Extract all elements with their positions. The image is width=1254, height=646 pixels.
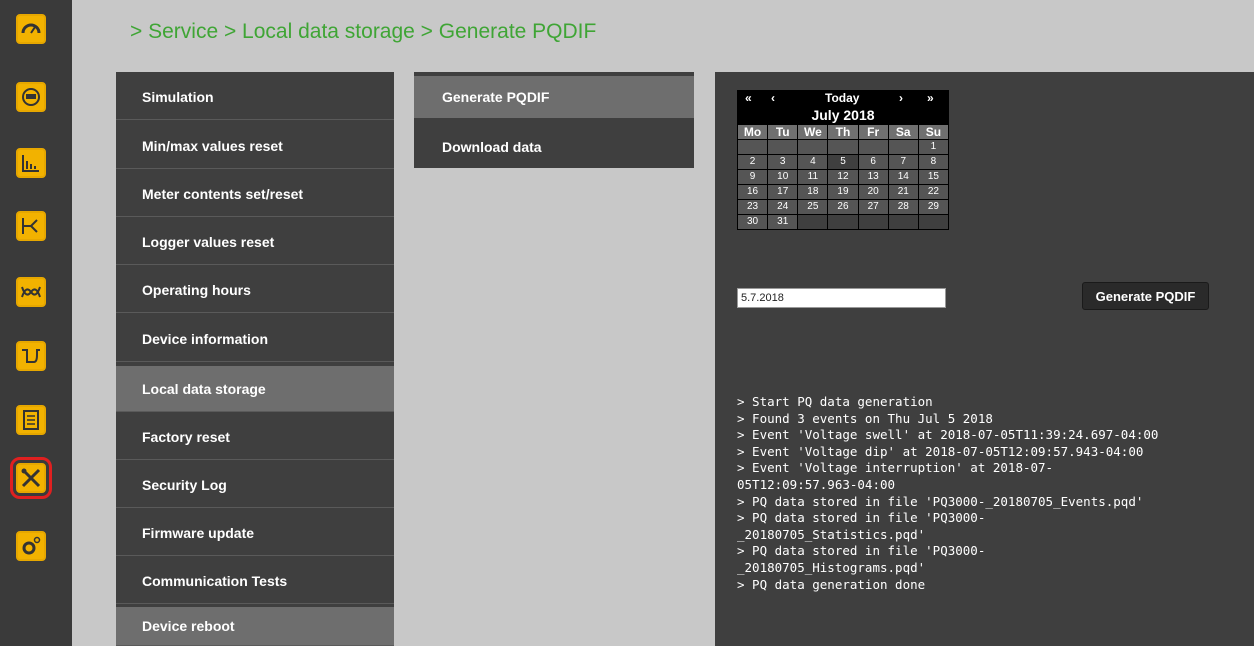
weekday-header: Tu: [768, 125, 798, 139]
weekday-header: Sa: [888, 125, 918, 139]
calendar-day[interactable]: 5: [828, 155, 858, 169]
calendar-blank-cell: [828, 215, 858, 229]
menu-item-local-data-storage[interactable]: Local data storage: [116, 366, 394, 412]
calendar-day[interactable]: 17: [768, 185, 798, 199]
weekday-header: Fr: [858, 125, 888, 139]
prev-month-button[interactable]: ‹: [771, 91, 775, 105]
harmonics-icon[interactable]: [16, 277, 46, 307]
calendar-empty-cell: [798, 140, 828, 154]
calendar-day[interactable]: 19: [828, 185, 858, 199]
weekday-header: We: [798, 125, 828, 139]
service-menu: Simulation Min/max values reset Meter co…: [116, 72, 394, 646]
icon-rail: [0, 0, 72, 646]
calendar-day[interactable]: 29: [918, 200, 948, 214]
content-area: > Service > Local data storage > Generat…: [72, 0, 1254, 646]
menu-item-firmware-update[interactable]: Firmware update: [116, 510, 394, 556]
menu-item-min-max-reset[interactable]: Min/max values reset: [116, 123, 394, 169]
calendar-day[interactable]: 16: [738, 185, 768, 199]
settings-gears-icon[interactable]: [16, 531, 46, 561]
speedometer-icon[interactable]: [16, 14, 46, 44]
calendar-day[interactable]: 22: [918, 185, 948, 199]
weekday-header: Su: [918, 125, 948, 139]
calendar-day[interactable]: 1: [918, 140, 948, 154]
calendar-day[interactable]: 3: [768, 155, 798, 169]
calendar-day[interactable]: 24: [768, 200, 798, 214]
next-month-button[interactable]: ›: [899, 91, 903, 105]
bar-chart-icon[interactable]: [16, 148, 46, 178]
calendar-blank-cell: [918, 215, 948, 229]
calendar-blank-cell: [858, 215, 888, 229]
calendar-day[interactable]: 18: [798, 185, 828, 199]
calendar-day[interactable]: 11: [798, 170, 828, 184]
prev-year-button[interactable]: «: [745, 91, 752, 105]
calendar-day[interactable]: 26: [828, 200, 858, 214]
calendar-day[interactable]: 9: [738, 170, 768, 184]
calendar-day[interactable]: 2: [738, 155, 768, 169]
submenu-item-generate-pqdif[interactable]: Generate PQDIF: [414, 76, 694, 118]
calendar-grid: Mo Tu We Th Fr Sa Su 1 2 3 4 5 6 7 8 9 10 11 12 13 14 15 16 17 1…: [737, 124, 949, 230]
menu-item-simulation[interactable]: Simulation: [116, 74, 394, 120]
calendar-empty-cell: [738, 140, 768, 154]
generation-log: > Start PQ data generation > Found 3 eve…: [737, 394, 1159, 592]
events-list-icon[interactable]: [16, 405, 46, 435]
app-window: > Service > Local data storage > Generat…: [0, 0, 1254, 646]
calendar-day[interactable]: 4: [798, 155, 828, 169]
calendar-empty-cell: [768, 140, 798, 154]
calendar-day[interactable]: 15: [918, 170, 948, 184]
calendar-empty-cell: [858, 140, 888, 154]
phasor-diagram-icon[interactable]: [16, 211, 46, 241]
waveform-icon[interactable]: [16, 341, 46, 371]
menu-item-logger-reset[interactable]: Logger values reset: [116, 219, 394, 265]
calendar-day[interactable]: 20: [858, 185, 888, 199]
calendar-empty-cell: [888, 140, 918, 154]
calendar-day[interactable]: 27: [858, 200, 888, 214]
calendar-day[interactable]: 10: [768, 170, 798, 184]
submenu-item-download-data[interactable]: Download data: [414, 124, 694, 170]
pqdif-panel: « ‹ Today › » July 2018 Mo Tu We Th Fr Sa Su 1 2…: [715, 72, 1254, 646]
calendar-empty-cell: [828, 140, 858, 154]
calendar-day[interactable]: 23: [738, 200, 768, 214]
service-tools-icon[interactable]: [10, 457, 52, 499]
date-field[interactable]: [737, 288, 946, 308]
generate-pqdif-button[interactable]: Generate PQDIF: [1082, 282, 1209, 310]
menu-item-meter-contents[interactable]: Meter contents set/reset: [116, 171, 394, 217]
menu-item-security-log[interactable]: Security Log: [116, 462, 394, 508]
calendar-blank-cell: [888, 215, 918, 229]
calendar-nav: « ‹ Today › »: [737, 90, 949, 106]
weekday-header: Th: [828, 125, 858, 139]
date-picker-calendar: « ‹ Today › » July 2018 Mo Tu We Th Fr Sa Su 1 2…: [737, 90, 949, 230]
menu-item-factory-reset[interactable]: Factory reset: [116, 414, 394, 460]
menu-item-operating-hours[interactable]: Operating hours: [116, 267, 394, 313]
calendar-blank-cell: [798, 215, 828, 229]
calendar-day[interactable]: 25: [798, 200, 828, 214]
next-year-button[interactable]: »: [927, 91, 934, 105]
calendar-day[interactable]: 28: [888, 200, 918, 214]
local-storage-submenu: Generate PQDIF Download data: [414, 72, 694, 168]
calendar-month-label: July 2018: [811, 107, 875, 123]
breadcrumb: > Service > Local data storage > Generat…: [130, 20, 597, 43]
calendar-day[interactable]: 21: [888, 185, 918, 199]
calendar-day[interactable]: 12: [828, 170, 858, 184]
today-button[interactable]: Today: [825, 91, 859, 105]
calendar-day[interactable]: 8: [918, 155, 948, 169]
menu-item-device-information[interactable]: Device information: [116, 316, 394, 362]
calendar-day[interactable]: 13: [858, 170, 888, 184]
calendar-day[interactable]: 30: [738, 215, 768, 229]
calendar-day[interactable]: 6: [858, 155, 888, 169]
calendar-day[interactable]: 7: [888, 155, 918, 169]
calendar-day[interactable]: 14: [888, 170, 918, 184]
calendar-day[interactable]: 31: [768, 215, 798, 229]
menu-item-device-reboot[interactable]: Device reboot: [116, 607, 394, 646]
menu-item-communication-tests[interactable]: Communication Tests: [116, 558, 394, 604]
meter-display-icon[interactable]: [16, 82, 46, 112]
weekday-header: Mo: [738, 125, 768, 139]
